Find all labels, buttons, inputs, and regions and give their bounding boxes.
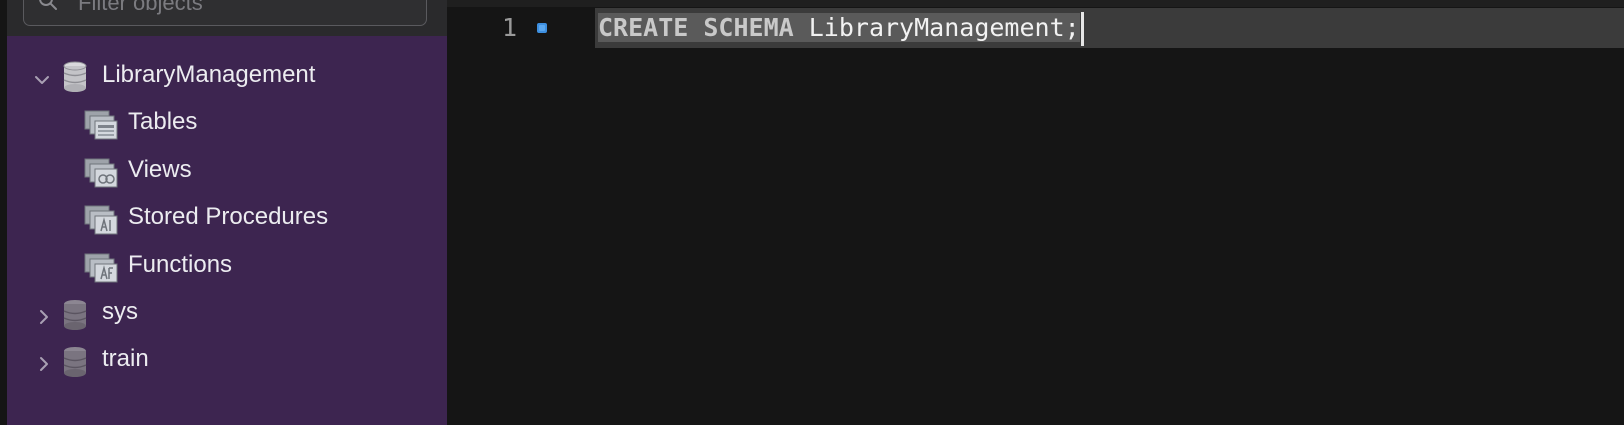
database-icon <box>63 300 87 330</box>
chevron-right-icon[interactable] <box>35 308 53 326</box>
schema-row-train[interactable]: train <box>7 339 447 379</box>
procedures-folder-icon <box>84 205 118 235</box>
tree-item-functions[interactable]: Functions <box>7 245 447 285</box>
schema-name: sys <box>102 298 138 325</box>
database-icon <box>63 347 87 377</box>
filter-objects-input[interactable]: Filter objects <box>23 0 427 26</box>
selected-code: CREATE SCHEMA LibraryManagement; <box>598 13 1080 42</box>
chevron-down-icon[interactable] <box>33 71 51 89</box>
tree-item-tables[interactable]: Tables <box>7 102 447 142</box>
schema-name: LibraryManagement <box>102 61 316 88</box>
sql-keyword: SCHEMA <box>703 13 794 42</box>
sql-workbench-window: Filter objects LibraryManagement Tables … <box>0 0 1624 425</box>
tree-item-label: Tables <box>128 108 198 135</box>
tree-item-label: Functions <box>128 251 233 278</box>
schema-row-sys[interactable]: sys <box>7 292 447 332</box>
sql-keyword: CREATE <box>598 13 689 42</box>
editor-top-border <box>447 0 1624 7</box>
search-icon <box>39 0 57 10</box>
filter-placeholder: Filter objects <box>78 0 203 15</box>
tables-folder-icon <box>84 110 118 140</box>
tree-item-views[interactable]: Views <box>7 150 447 190</box>
line-number: 1 <box>502 13 518 42</box>
schema-row-librarymanagement[interactable]: LibraryManagement <box>7 55 447 95</box>
tree-item-label: Stored Procedures <box>128 203 329 230</box>
sql-identifier: LibraryManagement; <box>808 13 1080 42</box>
filter-bar: Filter objects <box>7 0 447 36</box>
database-icon <box>63 61 87 92</box>
schema-navigator: Filter objects LibraryManagement Tables … <box>7 0 447 425</box>
functions-folder-icon <box>84 253 118 283</box>
statement-marker-icon <box>537 23 547 33</box>
text-caret <box>1080 12 1084 46</box>
code-line-1[interactable]: CREATE SCHEMA LibraryManagement; <box>598 10 1084 46</box>
schema-name: train <box>102 345 149 372</box>
sql-editor[interactable]: 1 CREATE SCHEMA LibraryManagement; <box>447 0 1624 425</box>
views-folder-icon <box>84 158 118 188</box>
chevron-right-icon[interactable] <box>35 355 53 373</box>
tree-item-stored-procedures[interactable]: Stored Procedures <box>7 197 447 237</box>
tree-item-label: Views <box>128 156 192 183</box>
